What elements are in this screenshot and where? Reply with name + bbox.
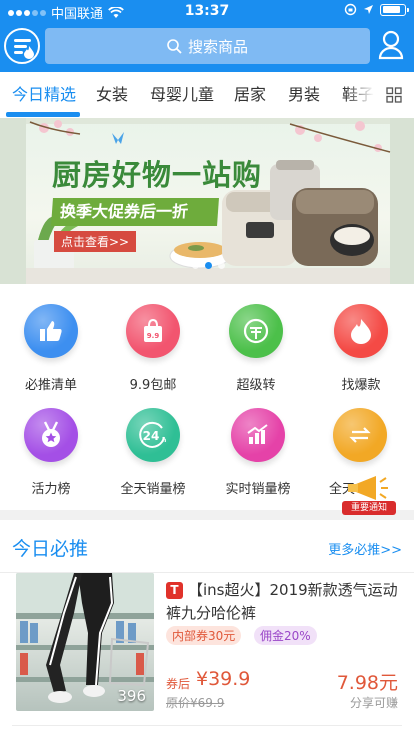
bar-chart-icon xyxy=(231,408,285,462)
feature-label: 9.9包邮 xyxy=(129,378,177,393)
product-card[interactable]: 396 【ins超火】2019新款透气运动裤九分哈伦裤 T 内部券30元 佣金2… xyxy=(0,573,414,718)
svg-text:h: h xyxy=(162,437,166,444)
feature-must-push[interactable]: 必推清单 xyxy=(0,304,100,404)
search-input[interactable]: 搜索商品 xyxy=(45,28,370,64)
banner-subtitle: 换季大促券后一折起！ xyxy=(51,198,219,249)
image-count: 396 xyxy=(117,687,146,705)
svg-text:24: 24 xyxy=(143,429,160,443)
shopping-bag-icon: 9.9 xyxy=(126,304,180,358)
feature-label: 实时销量榜 xyxy=(225,482,291,497)
more-picks-link[interactable]: 更多必推>> xyxy=(328,539,402,558)
feature-label: 活力榜 xyxy=(31,482,71,497)
feature-realtime-sales[interactable]: 实时销量榜 xyxy=(207,408,307,508)
tab-womens[interactable]: 女装 xyxy=(96,72,128,118)
feature-vitality-rank[interactable]: 活力榜 xyxy=(0,408,100,508)
menu-button[interactable] xyxy=(4,28,40,64)
exchange-icon xyxy=(333,408,387,462)
after-coupon-label: 券后 xyxy=(166,677,191,691)
svg-text:9.9: 9.9 xyxy=(147,332,160,340)
important-notice-badge[interactable]: 重要通知 xyxy=(342,501,396,515)
top-bar: 中国联通 13:37 搜索商品 xyxy=(0,0,414,72)
section-title: 今日必推 xyxy=(12,538,89,560)
search-placeholder: 搜索商品 xyxy=(187,37,248,56)
share-earnings: 7.98元 xyxy=(336,672,398,694)
search-icon xyxy=(167,38,182,54)
feature-label: 超级转 xyxy=(236,378,276,393)
flame-badge-icon xyxy=(24,46,34,59)
tab-mother-baby[interactable]: 母婴儿童 xyxy=(150,72,214,118)
feature-all-day-sales[interactable]: 24 h 全天销量榜 xyxy=(102,408,202,508)
category-grid-button[interactable] xyxy=(374,72,414,118)
feature-label: 全天销量榜 xyxy=(120,482,186,497)
24h-icon: 24 h xyxy=(126,408,180,462)
tab-mens[interactable]: 男装 xyxy=(288,72,320,118)
promo-banner[interactable]: 厨房好物一站购 换季大促券后一折起！ 点击查看>> xyxy=(0,118,414,284)
battery-icon xyxy=(380,3,409,16)
banner-dot-active[interactable] xyxy=(205,262,212,269)
original-price: 原价¥69.9 xyxy=(166,696,225,710)
product-title[interactable]: 【ins超火】2019新款透气运动裤九分哈伦裤 xyxy=(166,579,402,625)
feature-super-transfer[interactable]: 超级转 xyxy=(205,304,305,404)
banner-view-button[interactable]: 点击查看>> xyxy=(54,231,137,252)
price: ¥39.9 xyxy=(196,668,251,690)
rotation-lock-icon xyxy=(344,3,357,16)
status-bar: 中国联通 13:37 xyxy=(0,0,414,22)
tab-home[interactable]: 居家 xyxy=(234,72,266,118)
grid-icon xyxy=(386,87,402,103)
feature-label: 必推清单 xyxy=(24,378,77,393)
active-tab-indicator xyxy=(6,112,80,117)
thumbs-up-icon xyxy=(24,304,78,358)
today-picks-section: 今日必推 更多必推>> 396 【ins超火】2019新款透气运动裤九分哈伦裤 xyxy=(0,520,414,736)
product-image[interactable]: 396 xyxy=(16,573,154,711)
flame-icon xyxy=(334,304,388,358)
banner-pagination xyxy=(192,262,225,269)
commission-badge: 佣金20% xyxy=(254,626,317,645)
feature-grid: 必推清单 9.9 9.9包邮 超级转 找爆款 活力榜 24h 全天销量榜 实时 xyxy=(0,284,414,515)
banner-title: 厨房好物一站购 xyxy=(52,158,263,192)
banner-dot[interactable] xyxy=(218,262,225,269)
medal-icon xyxy=(24,408,78,462)
feature-find-hot[interactable]: 找爆款 xyxy=(310,304,410,404)
location-icon xyxy=(364,5,373,14)
feature-label: 找爆款 xyxy=(341,378,381,393)
megaphone-icon[interactable] xyxy=(342,474,394,502)
user-profile-icon[interactable] xyxy=(378,30,404,60)
banner-dot[interactable] xyxy=(192,262,199,269)
feature-9-9-free-ship[interactable]: 9.9 9.9包邮 xyxy=(102,304,202,404)
coupon-icon xyxy=(229,304,283,358)
share-earnings-label: 分享可赚 xyxy=(349,696,398,710)
coupon-badge: 内部券30元 xyxy=(166,626,242,645)
tmall-badge-icon: T xyxy=(166,582,183,599)
